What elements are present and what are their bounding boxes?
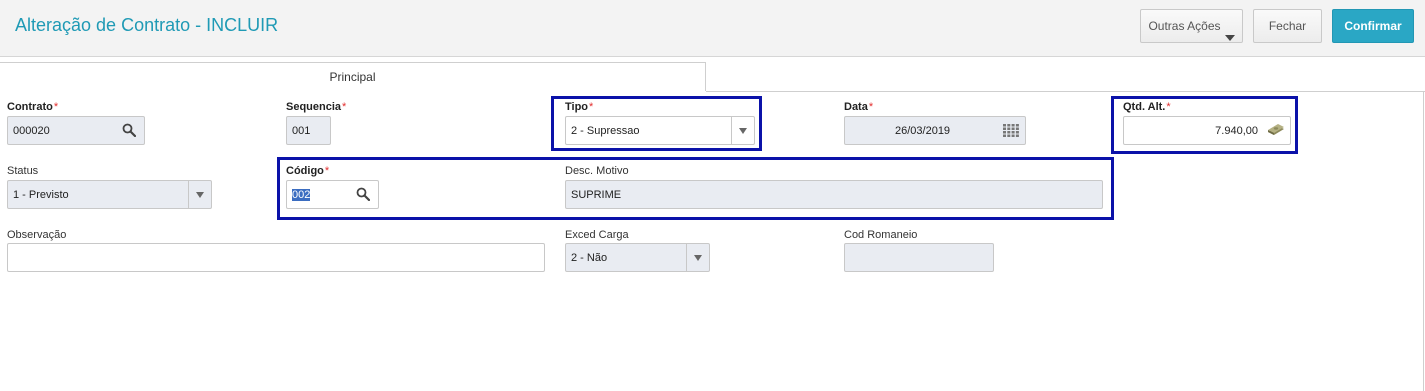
tab-bar: Principal xyxy=(0,62,1425,92)
chevron-down-icon[interactable] xyxy=(196,192,204,198)
page-title: Alteração de Contrato - INCLUIR xyxy=(15,15,279,35)
exced-carga-select[interactable]: 2 - Não xyxy=(565,243,710,272)
data-field[interactable]: 26/03/2019 xyxy=(844,116,1026,145)
contrato-field[interactable]: 000020 xyxy=(7,116,145,145)
cod-romaneio-label: Cod Romaneio xyxy=(844,229,918,241)
select-divider xyxy=(686,244,687,271)
observacao-field[interactable] xyxy=(7,243,545,272)
status-value: 1 - Previsto xyxy=(13,189,69,201)
exced-carga-value: 2 - Não xyxy=(571,252,608,264)
page-header: Alteração de Contrato - INCLUIR Outras A… xyxy=(0,0,1425,57)
contrato-value: 000020 xyxy=(13,125,50,137)
search-icon[interactable] xyxy=(122,123,136,137)
observacao-label: Observação xyxy=(7,229,67,241)
tab-principal[interactable]: Principal xyxy=(0,62,706,91)
select-divider xyxy=(188,181,189,208)
status-select[interactable]: 1 - Previsto xyxy=(7,180,212,209)
other-actions-button[interactable]: Outras Ações xyxy=(1140,9,1243,43)
other-actions-label: Outras Ações xyxy=(1148,19,1221,33)
data-label: Data* xyxy=(844,101,874,113)
cod-romaneio-field[interactable] xyxy=(844,243,994,272)
highlight-codigo xyxy=(277,157,1114,220)
status-label: Status xyxy=(7,165,39,177)
highlight-qtd xyxy=(1111,96,1298,154)
data-value: 26/03/2019 xyxy=(895,125,951,137)
highlight-tipo xyxy=(551,96,762,151)
contrato-label: Contrato* xyxy=(7,101,59,113)
exced-carga-label: Exced Carga xyxy=(565,229,629,241)
sequencia-field[interactable]: 001 xyxy=(286,116,331,145)
confirm-button[interactable]: Confirmar xyxy=(1332,9,1414,43)
sequencia-value: 001 xyxy=(292,125,311,137)
sequencia-label: Sequencia* xyxy=(286,101,347,113)
calendar-icon[interactable] xyxy=(1003,124,1019,137)
chevron-down-icon[interactable] xyxy=(694,255,702,261)
chevron-down-icon xyxy=(1225,35,1235,41)
close-button[interactable]: Fechar xyxy=(1253,9,1322,43)
